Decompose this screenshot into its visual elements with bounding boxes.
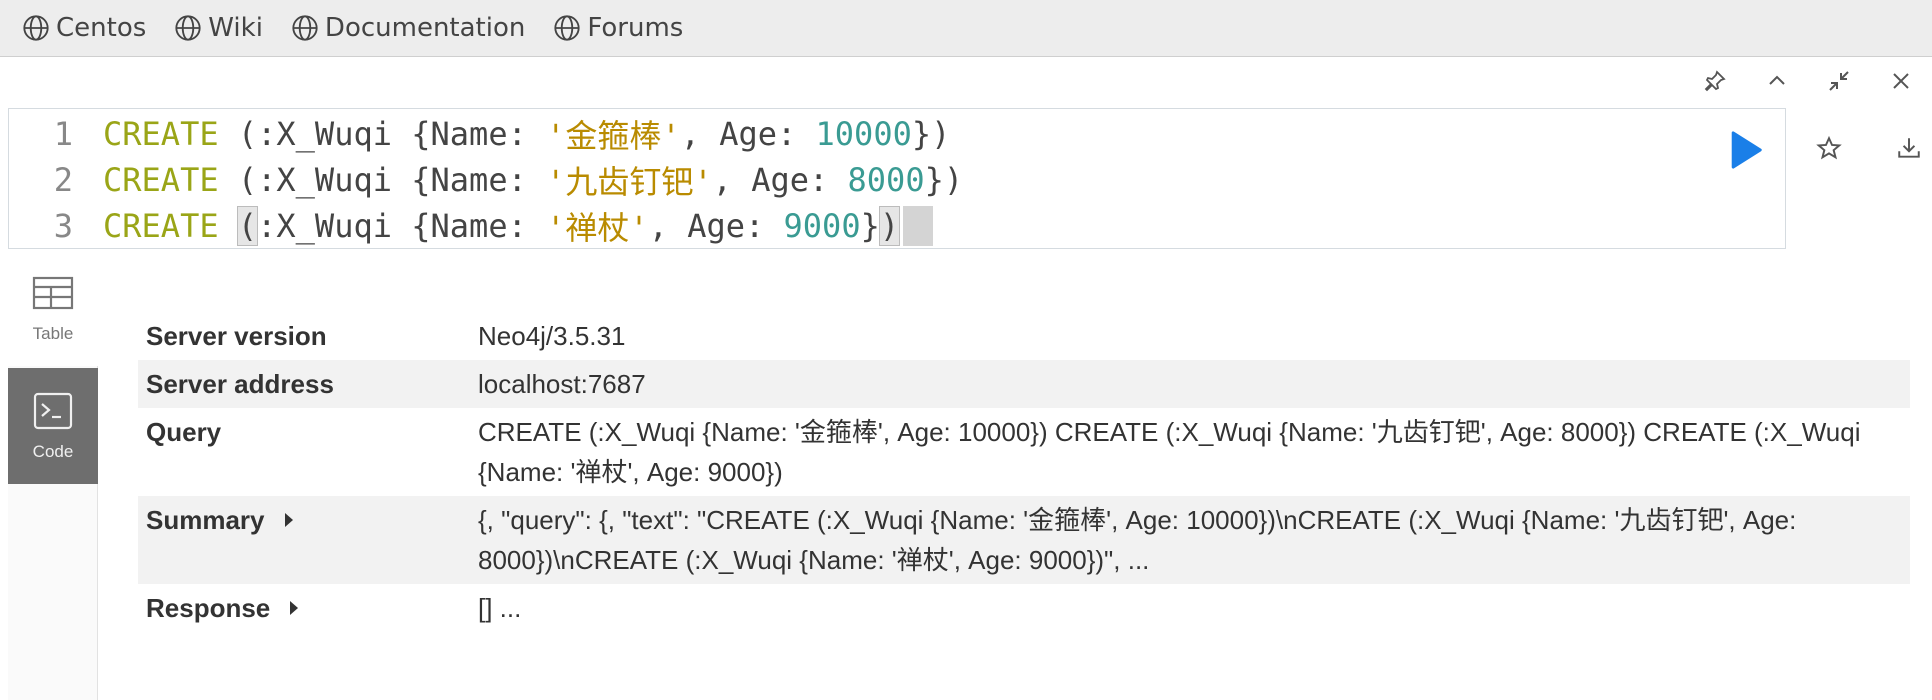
code-text: , Age: — [712, 161, 848, 199]
star-icon — [1816, 135, 1842, 160]
line-number: 3 — [53, 207, 73, 245]
table-row: Summary {, "query": {, "text": "CREATE (… — [138, 496, 1910, 584]
code-text: } — [860, 207, 880, 245]
bookmark-documentation[interactable]: Documentation — [291, 13, 525, 43]
collapse-up-button[interactable] — [1746, 66, 1808, 96]
number-literal: 8000 — [847, 161, 925, 199]
download-icon — [1898, 138, 1920, 158]
row-value: CREATE (:X_Wuqi {Name: '金箍棒', Age: 10000… — [478, 417, 1861, 487]
cypher-editor[interactable]: 1 CREATE (:X_Wuqi {Name: '金箍棒' , Age: 10… — [8, 108, 1786, 249]
row-key: Query — [146, 417, 222, 447]
editor-line: 2 CREATE (:X_Wuqi {Name: '九齿钉钯' , Age: 8… — [9, 157, 963, 203]
string-literal: '九齿钉钯' — [546, 163, 713, 201]
bookmark-centos[interactable]: Centos — [22, 13, 146, 43]
minimize-frame-button[interactable] — [1808, 66, 1870, 96]
code-text: }) — [911, 115, 951, 153]
download-button[interactable] — [1889, 128, 1929, 168]
string-literal: '金箍棒' — [546, 117, 681, 155]
close-icon — [1893, 73, 1909, 89]
globe-icon — [292, 15, 318, 41]
table-row: Response [] ... — [138, 584, 1910, 632]
editor-line: 3 CREATE ( :X_Wuqi {Name: '禅杖' , Age: 90… — [9, 203, 934, 249]
chevron-up-icon — [1769, 75, 1785, 85]
pin-button[interactable] — [1684, 66, 1746, 96]
table-row: Query CREATE (:X_Wuqi {Name: '金箍棒', Age:… — [138, 408, 1910, 496]
string-literal: '禅杖' — [546, 209, 649, 247]
text-cursor — [903, 206, 934, 246]
row-value: localhost:7687 — [478, 369, 646, 399]
bookmark-label: Forums — [587, 13, 684, 43]
globe-icon — [554, 15, 580, 41]
caret-right-icon — [290, 601, 299, 615]
bookmark-label: Wiki — [208, 13, 263, 43]
view-tabs: Table Code — [8, 250, 98, 700]
close-frame-button[interactable] — [1870, 66, 1932, 96]
code-text: :X_Wuqi {Name: — [257, 207, 547, 245]
favorite-button[interactable] — [1809, 128, 1849, 168]
bookmark-forums[interactable]: Forums — [553, 13, 683, 43]
tab-label: Code — [32, 442, 74, 461]
code-text: (:X_Wuqi {Name: — [218, 161, 547, 199]
line-number: 2 — [53, 161, 73, 199]
keyword: CREATE — [103, 207, 219, 245]
code-text: , Age: — [648, 207, 784, 245]
frame-controls — [1684, 66, 1932, 96]
keyword: CREATE — [103, 161, 219, 199]
keyword: CREATE — [103, 115, 219, 153]
pin-icon — [1704, 70, 1726, 92]
number-literal: 9000 — [783, 207, 861, 245]
matched-bracket: ( — [236, 206, 259, 246]
terminal-icon — [33, 392, 73, 430]
row-key: Server version — [146, 321, 327, 351]
result-summary-table: Server version Neo4j/3.5.31 Server addre… — [138, 312, 1910, 632]
table-row: Server version Neo4j/3.5.31 — [138, 312, 1910, 360]
editor-line: 1 CREATE (:X_Wuqi {Name: '金箍棒' , Age: 10… — [9, 111, 951, 157]
tab-code[interactable]: Code — [8, 368, 98, 484]
number-literal: 10000 — [815, 115, 912, 153]
code-text: (:X_Wuqi {Name: — [218, 115, 547, 153]
matched-bracket: ) — [878, 206, 901, 246]
play-icon — [1731, 131, 1762, 169]
row-value: [] ... — [478, 593, 522, 623]
row-value: Neo4j/3.5.31 — [478, 321, 626, 351]
response-toggle[interactable]: Response — [138, 584, 478, 632]
line-number: 1 — [53, 115, 73, 153]
bookmarks-bar: Centos Wiki Documentation Forums — [0, 0, 1932, 57]
row-key: Server address — [146, 369, 334, 399]
bookmark-label: Centos — [56, 13, 147, 43]
code-text: }) — [924, 161, 964, 199]
tab-table[interactable]: Table — [8, 250, 98, 366]
table-icon — [32, 276, 74, 310]
code-text: , Age: — [680, 115, 816, 153]
summary-toggle[interactable]: Summary — [138, 496, 478, 584]
globe-icon — [175, 15, 201, 41]
caret-right-icon — [284, 513, 293, 527]
tab-label: Table — [32, 324, 74, 343]
bookmark-label: Documentation — [324, 13, 526, 43]
table-row: Server address localhost:7687 — [138, 360, 1910, 408]
globe-icon — [23, 15, 49, 41]
collapse-icon — [1829, 71, 1849, 91]
row-value: {, "query": {, "text": "CREATE (:X_Wuqi … — [478, 505, 1797, 575]
run-query-button[interactable] — [1728, 130, 1764, 170]
bookmark-wiki[interactable]: Wiki — [174, 13, 263, 43]
